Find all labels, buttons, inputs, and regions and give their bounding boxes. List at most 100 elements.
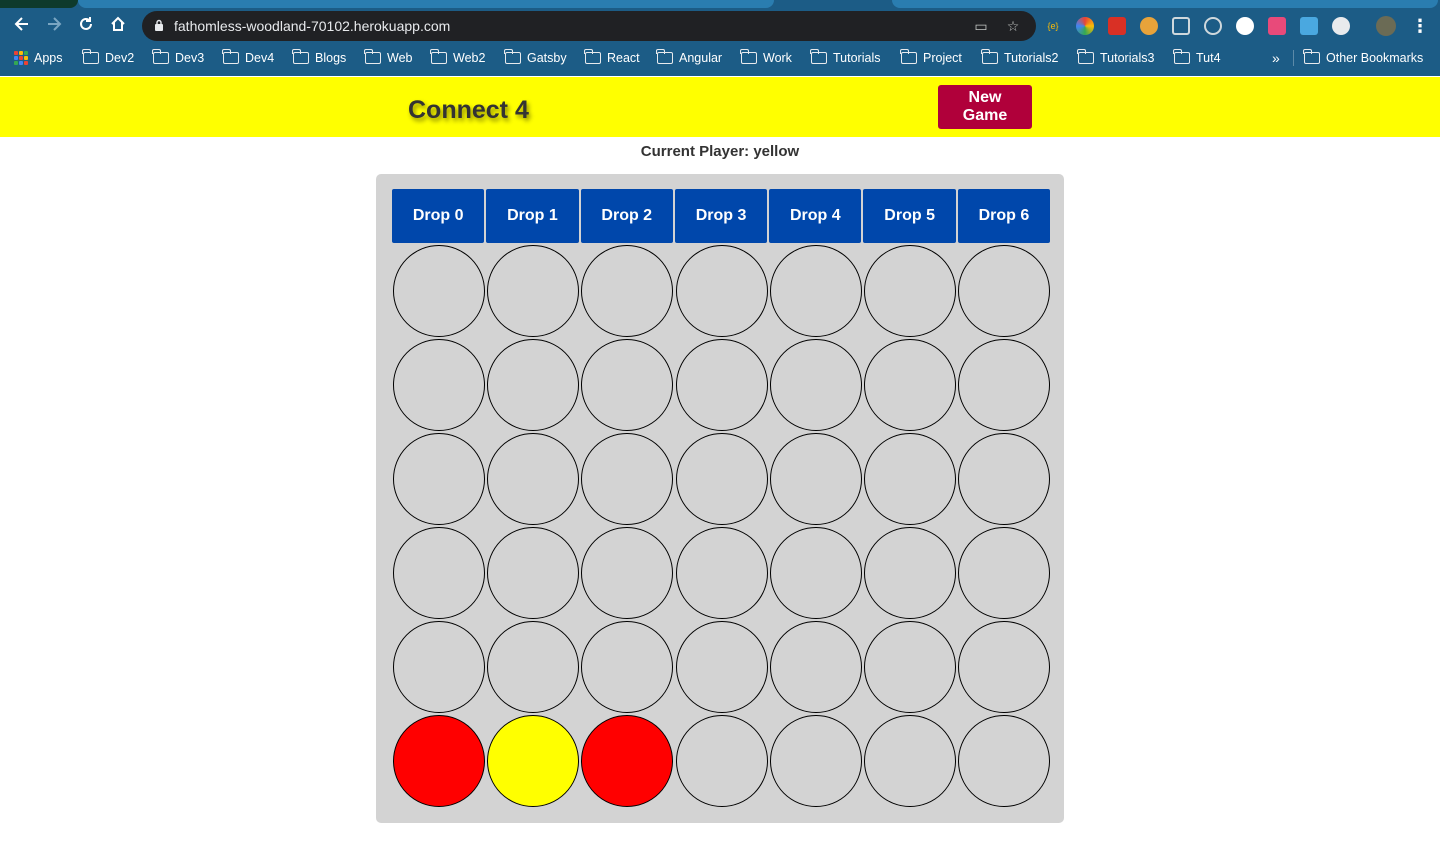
- yellow-disc: [487, 715, 580, 807]
- drop-button-3[interactable]: Drop 3: [674, 189, 768, 243]
- drop-button-6[interactable]: Drop 6: [957, 189, 1051, 243]
- empty-slot: [863, 245, 956, 337]
- back-icon[interactable]: [8, 10, 36, 38]
- devtools-extension-icon[interactable]: [1108, 17, 1126, 35]
- tab-active[interactable]: [78, 0, 774, 8]
- empty-slot: [487, 621, 580, 713]
- bookmark-folder[interactable]: Tutorials: [810, 49, 880, 67]
- empty-slot: [863, 433, 956, 525]
- empty-slot: [487, 245, 580, 337]
- bookmark-label: Project: [923, 51, 962, 65]
- drop-button-2[interactable]: Drop 2: [580, 189, 673, 243]
- empty-slot: [769, 433, 862, 525]
- empty-slot: [675, 715, 768, 807]
- pen-extension-icon[interactable]: [1172, 17, 1190, 35]
- folder-icon: [1173, 49, 1190, 64]
- folder-icon: [656, 49, 673, 64]
- red-disc: [393, 715, 485, 807]
- bookmark-folder[interactable]: Web: [364, 49, 413, 67]
- empty-slot: [393, 621, 485, 713]
- bookmark-folder[interactable]: Gatsby: [504, 49, 567, 67]
- refresh-extension-icon[interactable]: [1332, 17, 1350, 35]
- cast-icon[interactable]: ▭: [972, 17, 990, 35]
- folder-icon: [1303, 49, 1320, 64]
- tab[interactable]: [892, 0, 1438, 8]
- bookmark-folder[interactable]: Blogs: [292, 49, 347, 67]
- empty-slot: [581, 433, 674, 525]
- bookmark-folder[interactable]: Tut4: [1173, 49, 1221, 67]
- empty-slot: [769, 339, 862, 431]
- new-game-button[interactable]: New Game: [938, 85, 1032, 129]
- folder-icon: [900, 49, 917, 64]
- bookmark-label: Apps: [34, 51, 63, 65]
- bookmarks-divider: [1293, 50, 1294, 66]
- drop-button-1[interactable]: Drop 1: [486, 189, 579, 243]
- reload-icon[interactable]: [72, 10, 100, 38]
- drop-button-4[interactable]: Drop 4: [769, 189, 862, 243]
- bookmark-folder[interactable]: Work: [740, 49, 792, 67]
- bookmark-label: Dev2: [105, 51, 135, 65]
- folder-icon: [810, 49, 827, 64]
- json-extension-icon[interactable]: {e}: [1044, 17, 1062, 35]
- target-extension-icon[interactable]: [1204, 17, 1222, 35]
- bookmark-folder[interactable]: Project: [900, 49, 962, 67]
- color-extension-icon[interactable]: [1076, 17, 1094, 35]
- avatar[interactable]: [1376, 16, 1396, 36]
- empty-slot: [863, 621, 956, 713]
- bookmark-label: Web: [387, 51, 413, 65]
- folder-icon: [292, 49, 309, 64]
- folder-icon: [504, 49, 521, 64]
- game-board: Drop 0 Drop 1 Drop 2 Drop 3 Drop 4 Drop 5 Drop…: [376, 174, 1064, 823]
- bookmark-folder[interactable]: Tutorials2: [981, 49, 1058, 67]
- empty-slot: [675, 245, 768, 337]
- address-bar[interactable]: fathomless-woodland-70102.herokuapp.com …: [142, 11, 1036, 41]
- bookmark-label: Web2: [453, 51, 486, 65]
- bookmark-label: Other Bookmarks: [1326, 51, 1424, 65]
- drop-button-0[interactable]: Drop 0: [392, 189, 485, 243]
- bookmark-folder[interactable]: React: [584, 49, 640, 67]
- tab-strip: [0, 0, 1440, 8]
- page-title: Connect 4: [408, 96, 529, 124]
- menu-kebab-icon[interactable]: ⋮: [1411, 17, 1429, 36]
- lock-icon: [155, 19, 163, 31]
- cookie-extension-icon[interactable]: [1140, 17, 1158, 35]
- bookmark-label: Gatsby: [527, 51, 567, 65]
- bookmark-label: Angular: [679, 51, 723, 65]
- empty-slot: [958, 433, 1051, 525]
- bookmark-label: Tut4: [1196, 51, 1221, 65]
- bookmark-label: Blogs: [315, 51, 347, 65]
- red-disc: [581, 715, 674, 807]
- bookmark-folder[interactable]: Web2: [430, 49, 486, 67]
- folder-icon: [981, 49, 998, 64]
- folder-icon: [584, 49, 601, 64]
- bookmark-folder[interactable]: Dev3: [152, 49, 205, 67]
- empty-slot: [675, 621, 768, 713]
- bookmark-folder[interactable]: Dev4: [222, 49, 274, 67]
- cube-extension-icon[interactable]: [1300, 17, 1318, 35]
- drop-button-5[interactable]: Drop 5: [863, 189, 956, 243]
- empty-slot: [581, 621, 674, 713]
- home-icon[interactable]: [104, 10, 132, 38]
- other-bookmarks[interactable]: Other Bookmarks: [1303, 49, 1424, 67]
- bookmark-folder[interactable]: Tutorials3: [1077, 49, 1154, 67]
- drop-button-row: Drop 0 Drop 1 Drop 2 Drop 3 Drop 4 Drop 5 Drop…: [392, 189, 1051, 243]
- board-grid: [393, 245, 1051, 807]
- bookmark-apps[interactable]: Apps: [14, 49, 63, 67]
- forward-icon[interactable]: [40, 10, 68, 38]
- empty-slot: [487, 339, 580, 431]
- empty-slot: [393, 245, 485, 337]
- bookmark-star-icon[interactable]: ☆: [1004, 17, 1022, 35]
- empty-slot: [675, 433, 768, 525]
- empty-slot: [581, 245, 674, 337]
- empty-slot: [958, 527, 1051, 619]
- hub-extension-icon[interactable]: [1236, 17, 1254, 35]
- bookmarks-overflow-button[interactable]: »: [1272, 49, 1280, 67]
- bookmark-folder[interactable]: Dev2: [82, 49, 135, 67]
- current-player-status: Current Player: yellow: [640, 143, 800, 160]
- bookmark-label: Dev3: [175, 51, 205, 65]
- empty-slot: [487, 527, 580, 619]
- bookmark-folder[interactable]: Angular: [656, 49, 723, 67]
- tab[interactable]: [0, 0, 78, 8]
- empty-slot: [958, 339, 1051, 431]
- video-extension-icon[interactable]: [1268, 17, 1286, 35]
